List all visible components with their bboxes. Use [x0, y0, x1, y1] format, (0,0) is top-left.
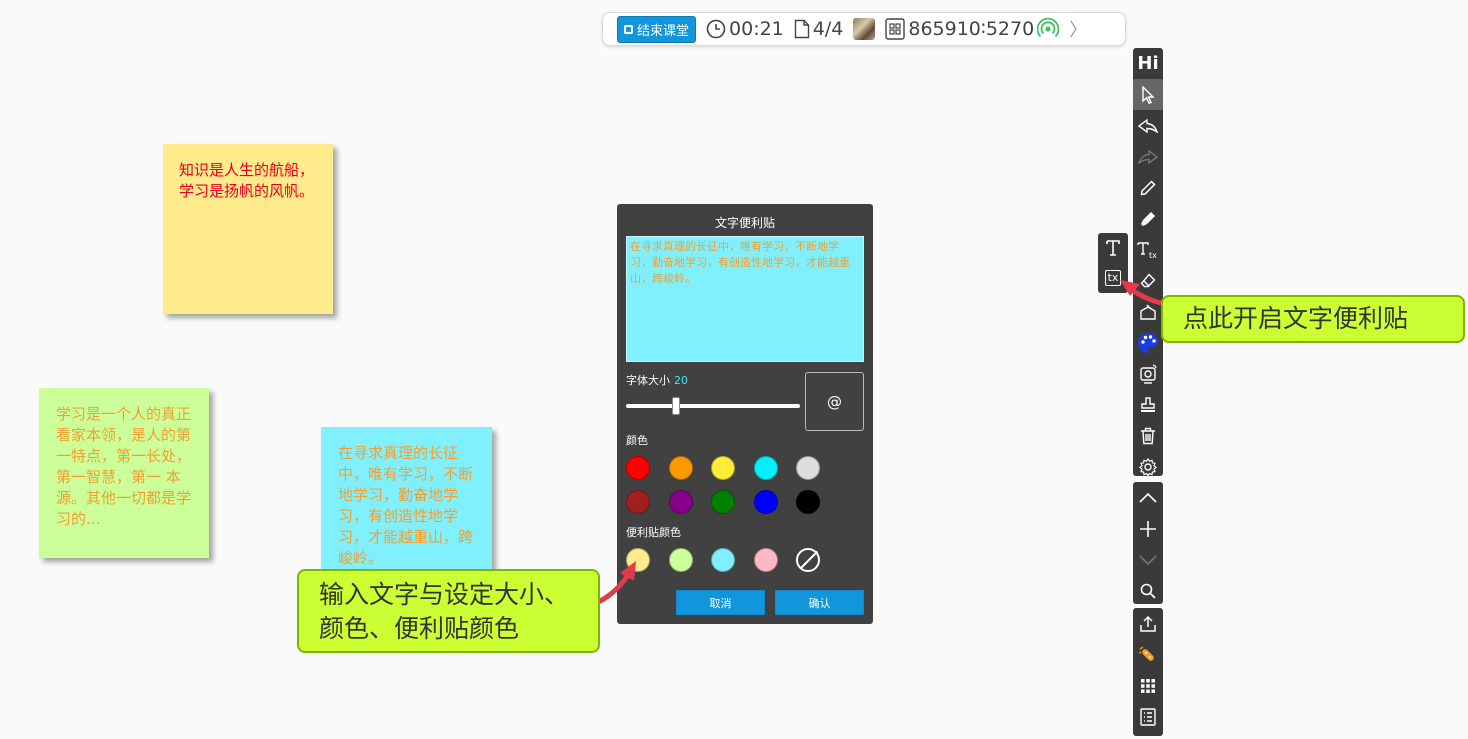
- note-color-label: 便利贴颜色: [626, 526, 681, 539]
- list-icon: [1140, 707, 1156, 726]
- highlighter-icon: [1141, 211, 1155, 226]
- text-color-swatch[interactable]: [753, 490, 778, 514]
- timer-value: 00:21: [729, 18, 784, 40]
- text-color-swatch[interactable]: [753, 456, 778, 480]
- callout-enable-note: 点此开启文字便利贴: [1161, 295, 1465, 343]
- clock-icon: [706, 19, 726, 39]
- undo-tool[interactable]: [1133, 110, 1163, 141]
- pen-tool[interactable]: [1133, 172, 1163, 203]
- confirm-button[interactable]: 确认: [775, 590, 864, 615]
- note-color-swatch[interactable]: [711, 548, 735, 572]
- stop-icon: [624, 24, 633, 34]
- text-color-swatch[interactable]: [668, 490, 693, 514]
- tool-group-main: Hi tx: [1133, 48, 1163, 476]
- palette-icon: [1138, 332, 1158, 353]
- settings-tool[interactable]: [1133, 451, 1163, 482]
- add-page-icon: [1140, 520, 1156, 537]
- stamp-icon: [1141, 396, 1155, 412]
- text-color-swatch[interactable]: [626, 490, 650, 514]
- redo-tool[interactable]: [1133, 141, 1163, 172]
- apps-icon: [1141, 678, 1155, 693]
- preview-char: @: [827, 392, 842, 411]
- text-icon: [1106, 240, 1120, 256]
- text-color-swatch[interactable]: [668, 456, 693, 480]
- text-color-swatch[interactable]: [796, 490, 820, 514]
- add-page-button[interactable]: [1133, 513, 1163, 544]
- no-color-swatch[interactable]: [796, 548, 820, 572]
- font-size-label-text: 字体大小: [626, 374, 670, 387]
- pen-icon: [1140, 179, 1156, 195]
- sticker-button[interactable]: [1133, 639, 1163, 670]
- text-color-swatch[interactable]: [796, 456, 820, 480]
- sticky-note-green[interactable]: 学习是一个人的真正看家本领，是人的第一特点，第一长处，第一智慧，第一 本源。其他…: [39, 388, 209, 558]
- undo-icon: [1138, 118, 1158, 133]
- svg-text:tx: tx: [1149, 251, 1157, 259]
- callout-input-hint: 输入文字与设定大小、颜色、便利贴颜色: [297, 569, 600, 653]
- tool-group-extra: [1133, 608, 1163, 736]
- sticky-note-text: 学习是一个人的真正看家本领，是人的第一特点，第一长处，第一智慧，第一 本源。其他…: [56, 405, 192, 528]
- apps-button[interactable]: [1133, 670, 1163, 701]
- redo-icon: [1138, 149, 1158, 164]
- tool-group-pages: [1133, 482, 1163, 604]
- page-down-icon: [1139, 554, 1157, 565]
- dialog-title: 文字便利贴: [714, 216, 775, 230]
- page-counter-value: 4/4: [812, 18, 844, 40]
- font-preview: @: [805, 372, 864, 431]
- delete-tool[interactable]: [1133, 420, 1163, 451]
- camera-icon: [1140, 363, 1157, 384]
- end-class-button[interactable]: 结束课堂: [617, 15, 697, 43]
- cancel-button[interactable]: 取消: [676, 590, 765, 615]
- camera-tool[interactable]: [1133, 358, 1163, 389]
- font-size-value: 20: [674, 374, 688, 387]
- note-color-swatch[interactable]: [668, 548, 693, 572]
- page-down-button[interactable]: [1133, 544, 1163, 575]
- end-class-label: 结束课堂: [637, 23, 690, 39]
- sticker-icon: [1138, 645, 1154, 661]
- list-button[interactable]: [1133, 701, 1163, 732]
- page-counter: 4/4: [794, 18, 844, 40]
- sticky-note-text: 知识是人生的航船，学习是扬帆的风帆。: [179, 161, 315, 200]
- class-status-bar: 结束课堂 00:21 4/4 865910∶5270 〉: [602, 12, 1126, 46]
- document-icon: [794, 19, 809, 39]
- room-code: 865910∶5270: [885, 18, 1060, 40]
- stamp-tool[interactable]: [1133, 389, 1163, 420]
- settings-icon: [1139, 457, 1157, 476]
- trash-icon: [1141, 427, 1155, 444]
- color-label: 颜色: [626, 434, 648, 447]
- pointer-icon: [1142, 85, 1155, 104]
- zoom-button[interactable]: [1133, 575, 1163, 606]
- sticky-note-yellow[interactable]: 知识是人生的航船，学习是扬帆的风帆。: [163, 144, 333, 314]
- text-color-swatch[interactable]: [711, 456, 735, 480]
- highlighter-tool[interactable]: [1133, 203, 1163, 234]
- font-size-label: 字体大小 20: [626, 372, 688, 388]
- callout-text: 点此开启文字便利贴: [1183, 304, 1409, 333]
- zoom-icon: [1140, 583, 1156, 599]
- font-size-slider[interactable]: [626, 397, 800, 415]
- page-up-button[interactable]: [1133, 482, 1163, 513]
- text-note-dialog: 文字便利贴 在寻求真理的长征中，唯有学习，不断地学习，勤奋地学习，有创造性地学习…: [617, 204, 873, 624]
- text-tool[interactable]: tx: [1133, 234, 1163, 265]
- text-color-swatch[interactable]: [626, 456, 650, 480]
- page-up-icon: [1139, 492, 1157, 503]
- palette-tool[interactable]: [1133, 327, 1163, 358]
- chevron-right-icon[interactable]: 〉: [1069, 16, 1087, 42]
- signal-icon: [1037, 18, 1060, 38]
- pointer-tool[interactable]: [1133, 79, 1163, 110]
- text-option[interactable]: [1098, 233, 1128, 263]
- text-color-swatch[interactable]: [711, 490, 735, 514]
- slider-thumb[interactable]: [672, 397, 681, 415]
- hi-logo: Hi: [1137, 53, 1159, 74]
- qr-code-icon[interactable]: [885, 18, 906, 40]
- avatar[interactable]: [853, 18, 876, 40]
- callout-text: 输入文字与设定大小、颜色、便利贴颜色: [319, 580, 570, 643]
- room-code-value: 865910∶5270: [908, 18, 1035, 40]
- sticky-note-text: 在寻求真理的长征中，唯有学习，不断地学习，勤奋地学习，有创造性地学习，才能越重山…: [338, 444, 474, 567]
- sticky-note-cyan[interactable]: 在寻求真理的长征中，唯有学习，不断地学习，勤奋地学习，有创造性地学习，才能越重山…: [321, 427, 492, 575]
- share-button[interactable]: [1133, 608, 1163, 639]
- share-icon: [1140, 615, 1156, 632]
- note-text-input[interactable]: 在寻求真理的长征中，唯有学习，不断地学习，勤奋地学习，有创造性地学习，才能越重山…: [626, 236, 864, 362]
- text-tool-icon: tx: [1137, 241, 1157, 259]
- timer: 00:21: [706, 18, 784, 40]
- note-color-swatch[interactable]: [753, 548, 778, 572]
